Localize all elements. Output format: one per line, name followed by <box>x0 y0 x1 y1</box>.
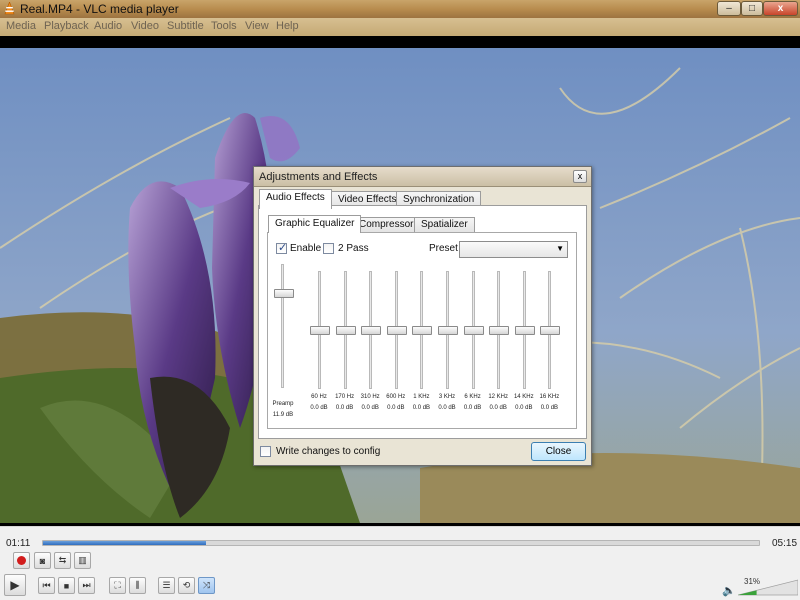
preset-dropdown[interactable]: ▼ <box>459 241 568 258</box>
dialog-title: Adjustments and Effects <box>259 171 378 183</box>
frame-step-button[interactable]: ▥ <box>74 552 91 569</box>
menu-tools[interactable]: Tools <box>211 20 237 32</box>
menu-playback[interactable]: Playback <box>44 20 89 32</box>
snapshot-button[interactable]: ◙ <box>34 552 51 569</box>
equalizer-sliders-icon: ⫼ <box>135 580 140 590</box>
band-slider-handle[interactable] <box>489 326 510 335</box>
previous-icon: ⏮ <box>42 580 51 590</box>
play-button[interactable]: ▶ <box>4 574 26 596</box>
vlc-cone-icon <box>4 2 15 15</box>
preamp-slider-handle[interactable] <box>274 288 294 298</box>
menu-audio[interactable]: Audio <box>94 20 122 32</box>
preamp-slider-track[interactable] <box>281 264 284 388</box>
seek-bar-fill <box>43 541 206 545</box>
frame-step-icon: ▥ <box>78 555 87 565</box>
total-time: 05:15 <box>772 538 798 549</box>
menu-video[interactable]: Video <box>131 20 159 32</box>
next-button[interactable]: ⏭ <box>78 577 95 594</box>
menu-media[interactable]: Media <box>6 20 36 32</box>
two-pass-label: 2 Pass <box>338 243 369 254</box>
menu-help[interactable]: Help <box>276 20 299 32</box>
band-slider-handle[interactable] <box>310 326 330 335</box>
band-slider-handle[interactable] <box>463 326 484 335</box>
loop-ab-icon: ⇆ <box>58 555 67 565</box>
band-slider-handle[interactable] <box>335 326 356 335</box>
elapsed-time: 01:11 <box>6 538 31 549</box>
subtab-compressor[interactable]: Compressor <box>352 217 421 233</box>
menu-view[interactable]: View <box>245 20 269 32</box>
previous-button[interactable]: ⏮ <box>38 577 55 594</box>
loop-button[interactable]: ⟲ <box>178 577 195 594</box>
record-icon <box>17 556 26 565</box>
band-slider-handle[interactable] <box>412 326 433 335</box>
seek-bar[interactable] <box>42 540 760 546</box>
fullscreen-button[interactable]: ⛶ <box>109 577 126 594</box>
write-changes-label: Write changes to config <box>276 446 381 457</box>
enable-checkbox[interactable] <box>276 241 287 254</box>
adjustments-dialog: Adjustments and Effects x Audio Effects … <box>253 166 592 466</box>
subtab-graphic-equalizer[interactable]: Graphic Equalizer <box>268 215 362 233</box>
window-title: Real.MP4 - VLC media player <box>20 2 179 16</box>
stop-icon: ■ <box>63 580 70 591</box>
tab-audio-effects[interactable]: Audio Effects <box>259 189 332 209</box>
title-bar: Real.MP4 - VLC media player – □ x <box>0 0 800 18</box>
close-window-button[interactable]: x <box>763 1 798 16</box>
band-slider-handle[interactable] <box>386 326 407 335</box>
volume-percent: 31% <box>744 577 761 586</box>
enable-label: Enable <box>290 243 322 254</box>
menu-bar: Media Playback Audio Video Subtitle Tool… <box>0 18 800 36</box>
two-pass-checkbox[interactable] <box>323 243 334 254</box>
loop-icon: ⟲ <box>182 580 191 590</box>
maximize-button[interactable]: □ <box>741 1 763 16</box>
stop-button[interactable]: ■ <box>58 577 75 594</box>
preamp-value: 11.9 dB <box>272 412 294 418</box>
shuffle-icon: ⤨ <box>202 580 211 590</box>
band-value-label: 0.0 dB <box>540 405 559 411</box>
extended-settings-button[interactable]: ⫼ <box>129 577 146 594</box>
dialog-close-icon[interactable]: x <box>573 170 587 183</box>
shuffle-button[interactable]: ⤨ <box>198 577 215 594</box>
band-slider-handle[interactable] <box>514 326 535 335</box>
band-slider-handle[interactable] <box>361 326 382 335</box>
band-slider-handle[interactable] <box>438 326 458 335</box>
dialog-title-bar[interactable]: Adjustments and Effects x <box>254 167 591 187</box>
fullscreen-icon: ⛶ <box>114 580 121 590</box>
minimize-button[interactable]: – <box>717 1 741 16</box>
chevron-down-icon: ▼ <box>556 244 564 253</box>
band-frequency-label: 16 KHz <box>539 394 560 400</box>
playlist-icon: ☰ <box>162 580 171 590</box>
playlist-button[interactable]: ☰ <box>158 577 175 594</box>
play-icon: ▶ <box>10 578 20 592</box>
menu-subtitle[interactable]: Subtitle <box>167 20 204 32</box>
band-slider-handle[interactable] <box>540 326 561 335</box>
close-button[interactable]: Close <box>531 442 586 461</box>
record-button[interactable] <box>13 552 30 569</box>
loop-ab-button[interactable]: ⇆ <box>54 552 71 569</box>
preset-label: Preset <box>429 243 458 254</box>
next-icon: ⏭ <box>82 580 91 590</box>
write-changes-checkbox[interactable] <box>260 446 271 457</box>
subtab-spatializer[interactable]: Spatializer <box>414 217 475 233</box>
camera-icon: ◙ <box>39 555 46 566</box>
speaker-icon[interactable]: 🔈 <box>722 584 736 597</box>
preamp-label: Preamp <box>272 401 294 407</box>
